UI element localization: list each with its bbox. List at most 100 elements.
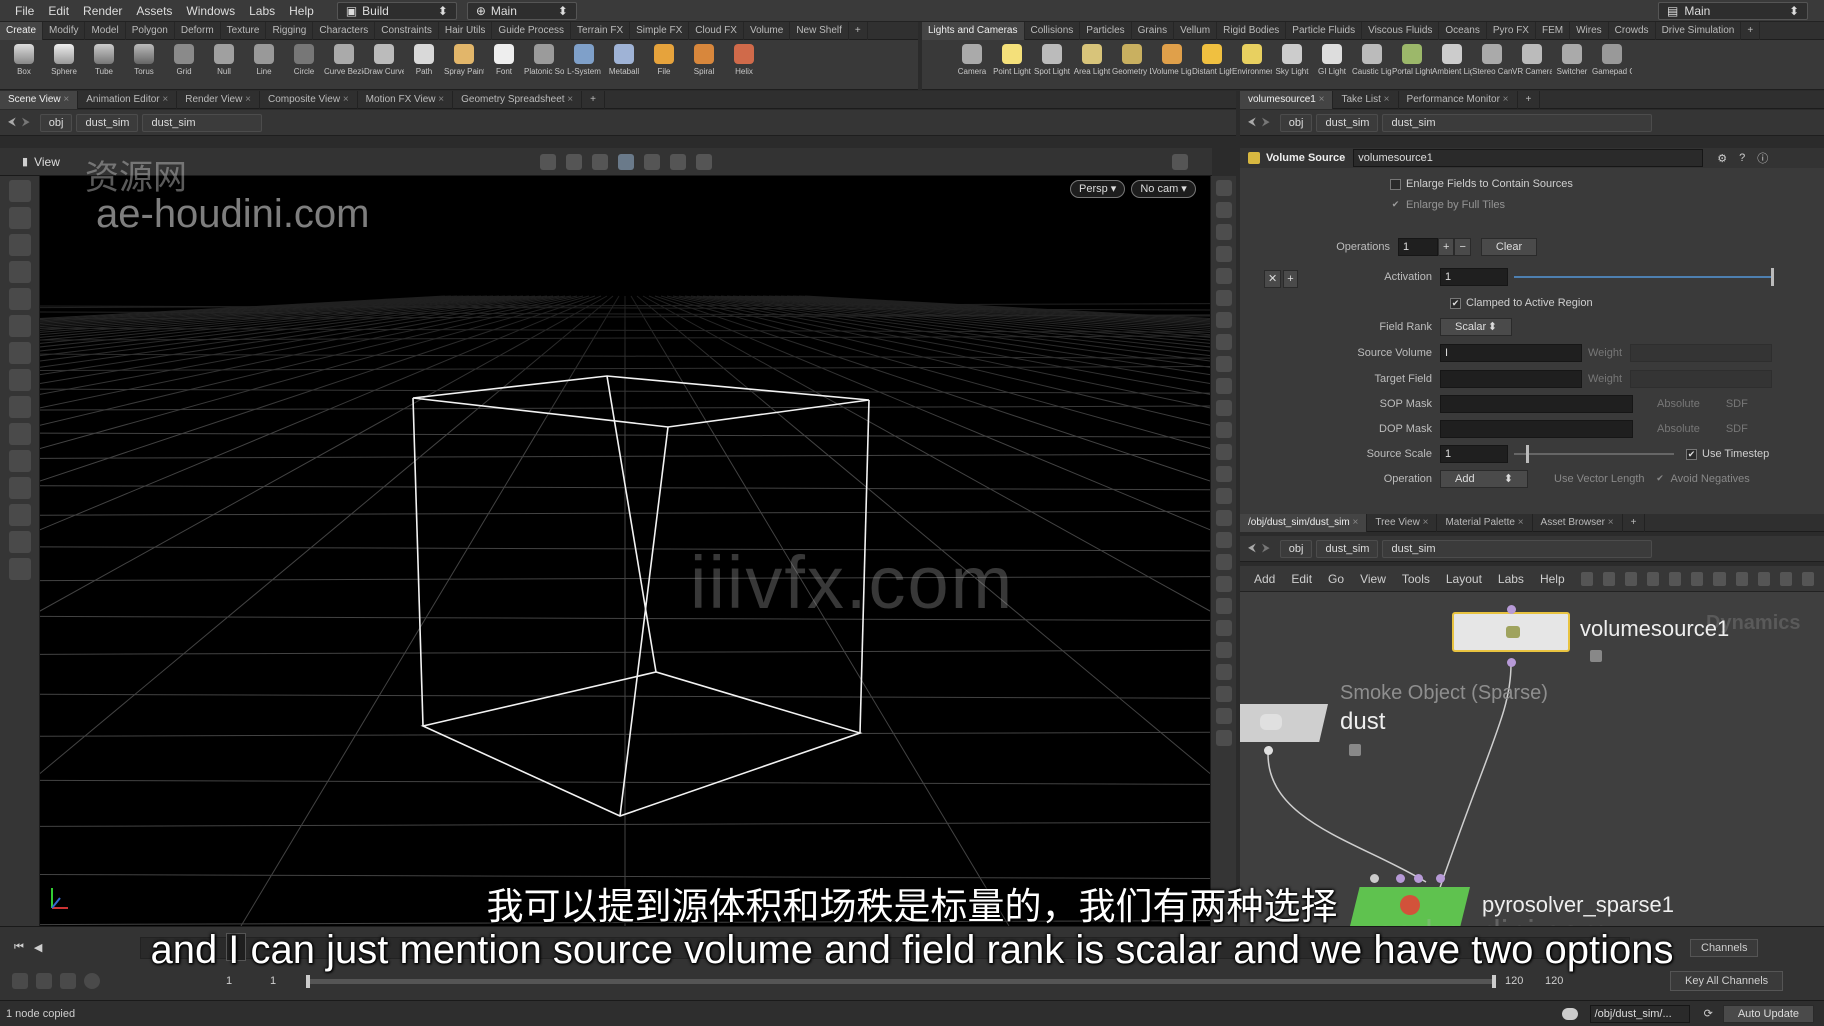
- dust-output[interactable]: [1264, 746, 1273, 755]
- tool-null[interactable]: Null: [204, 40, 244, 90]
- end-frame-field[interactable]: 120: [1505, 975, 1523, 987]
- tool-draw-curve[interactable]: Draw Curve: [364, 40, 404, 90]
- activation-slider[interactable]: [1514, 268, 1774, 286]
- target-field-field[interactable]: [1440, 370, 1582, 388]
- start-frame-field[interactable]: 1: [226, 975, 246, 987]
- grid-icon[interactable]: [669, 153, 686, 170]
- avoid-negatives-checkbox[interactable]: ✔: [1655, 473, 1666, 485]
- forward-icon[interactable]: ⮞: [1262, 116, 1270, 129]
- tool-stereo-camera[interactable]: Stereo Camera: [1472, 40, 1512, 90]
- scene-tab-scene-view[interactable]: Scene View ×: [0, 90, 79, 109]
- clock-icon[interactable]: [84, 973, 100, 989]
- net-menu-go[interactable]: Go: [1328, 572, 1344, 586]
- scene-tab-render-view[interactable]: Render View ×: [177, 90, 260, 109]
- tool-curve-bezier[interactable]: Curve Bezier: [324, 40, 364, 90]
- operations-add-button[interactable]: +: [1438, 238, 1455, 256]
- shelf-tab-crowds[interactable]: Crowds: [1609, 21, 1656, 40]
- shelf-tab-rigging[interactable]: Rigging: [266, 21, 314, 40]
- viewport-option-icon[interactable]: [1215, 180, 1232, 196]
- source-scale-field[interactable]: 1: [1440, 445, 1508, 463]
- network-icon[interactable]: [1691, 571, 1704, 586]
- range-slider[interactable]: [306, 975, 1496, 988]
- tool-caustic-light[interactable]: Caustic Light: [1352, 40, 1392, 90]
- clamped-checkbox[interactable]: ✔: [1450, 297, 1461, 309]
- wireframe-icon[interactable]: [643, 153, 660, 170]
- loop-icon[interactable]: [60, 973, 76, 989]
- shelf-tab-pyro-fx[interactable]: Pyro FX: [1487, 21, 1536, 40]
- persp-menu[interactable]: Persp ▾: [1070, 180, 1126, 198]
- realtime-icon[interactable]: [12, 973, 28, 989]
- target-weight-field[interactable]: [1630, 370, 1773, 388]
- info-icon[interactable]: ⓘ: [1757, 150, 1768, 166]
- camera-icon[interactable]: [8, 450, 31, 472]
- volumesource-node[interactable]: [1452, 612, 1570, 652]
- tool-torus[interactable]: Torus: [124, 40, 164, 90]
- use-vector-length-label[interactable]: Use Vector Length: [1554, 473, 1645, 485]
- shelf-tab-viscous-fluids[interactable]: Viscous Fluids: [1362, 21, 1440, 40]
- path-crumb-dust-sim-2[interactable]: dust_sim: [1382, 539, 1653, 558]
- source-scale-slider[interactable]: [1514, 445, 1674, 463]
- enlarge-fields-row[interactable]: Enlarge Fields to Contain Sources: [1390, 178, 1573, 190]
- help-icon[interactable]: ?: [1739, 152, 1745, 164]
- clear-button[interactable]: Clear: [1480, 238, 1538, 256]
- snapshot-icon[interactable]: [695, 153, 712, 170]
- menu-help[interactable]: Help: [282, 0, 321, 22]
- render-icon[interactable]: [8, 477, 31, 499]
- node-name-field[interactable]: volumesource1: [1353, 149, 1704, 167]
- shelf-tab-model[interactable]: Model: [85, 21, 126, 40]
- tool-portal-light[interactable]: Portal Light: [1392, 40, 1432, 90]
- lock-icon[interactable]: [1590, 650, 1602, 662]
- tool-line[interactable]: Line: [244, 40, 284, 90]
- camera-move-icon[interactable]: [539, 153, 556, 170]
- viewport-option-icon[interactable]: [1215, 202, 1232, 218]
- viewport-option-icon[interactable]: [1215, 532, 1232, 548]
- viewport-option-icon[interactable]: [1215, 620, 1232, 636]
- scene-tab-composite-view[interactable]: Composite View ×: [260, 90, 358, 109]
- tool-path[interactable]: Path: [404, 40, 444, 90]
- viewport-option-icon[interactable]: [1215, 290, 1232, 306]
- tool-environment-light[interactable]: Environment Light: [1232, 40, 1272, 90]
- viewport-option-icon[interactable]: [1215, 224, 1232, 240]
- tool-circle[interactable]: Circle: [284, 40, 324, 90]
- viewport-option-icon[interactable]: [1215, 664, 1232, 680]
- net-menu-layout[interactable]: Layout: [1446, 572, 1482, 586]
- path-crumb-dust-sim[interactable]: dust_sim: [76, 113, 139, 132]
- current-frame-field[interactable]: 1: [270, 975, 290, 987]
- tool-font[interactable]: Font: [484, 40, 524, 90]
- close-tab-icon[interactable]: ×: [340, 94, 349, 105]
- path-crumb-obj[interactable]: obj: [1279, 539, 1313, 558]
- status-path-field[interactable]: /obj/dust_sim/...: [1589, 1004, 1690, 1023]
- tool-platonic-solids[interactable]: Platonic Solids: [524, 40, 564, 90]
- tool-l-system[interactable]: L-System: [564, 40, 604, 90]
- snap-icon[interactable]: [8, 369, 31, 391]
- net-menu-edit[interactable]: Edit: [1291, 572, 1312, 586]
- source-weight-field[interactable]: [1630, 344, 1773, 362]
- shelf-tab-fem[interactable]: FEM: [1536, 21, 1571, 40]
- view-label[interactable]: View: [34, 155, 60, 169]
- desktop-selector-main[interactable]: ⊕ Main ⬍: [466, 1, 577, 20]
- operation-menu[interactable]: Add ⬍: [1440, 470, 1528, 488]
- net-menu-add[interactable]: Add: [1254, 572, 1275, 586]
- clamped-row[interactable]: ✔ Clamped to Active Region: [1450, 297, 1593, 309]
- dop-mask-field[interactable]: [1440, 420, 1633, 438]
- settings-icon[interactable]: [1801, 571, 1814, 586]
- add-pane-tab-icon[interactable]: +: [582, 90, 605, 109]
- tool-grid[interactable]: Grid: [164, 40, 204, 90]
- net-menu-help[interactable]: Help: [1540, 572, 1565, 586]
- viewport-option-icon[interactable]: [1215, 598, 1232, 614]
- menu-assets[interactable]: Assets: [129, 0, 179, 22]
- forward-icon[interactable]: ⮞: [22, 116, 30, 129]
- path-crumb-dust-sim-2[interactable]: dust_sim: [142, 113, 263, 132]
- viewport-option-icon[interactable]: [1215, 642, 1232, 658]
- enlarge-fields-checkbox[interactable]: [1390, 178, 1401, 190]
- viewport-option-icon[interactable]: [1215, 444, 1232, 460]
- viewport-option-icon[interactable]: [1215, 356, 1232, 372]
- tool-geometry-light[interactable]: Geometry Light: [1112, 40, 1152, 90]
- param-tab-performance-monitor[interactable]: Performance Monitor ×: [1399, 90, 1518, 109]
- tool-metaball[interactable]: Metaball: [604, 40, 644, 90]
- camera-rotate-icon[interactable]: [565, 153, 582, 170]
- viewport-option-icon[interactable]: [1215, 488, 1232, 504]
- volumesource-input[interactable]: [1507, 605, 1516, 614]
- lock-icon[interactable]: [8, 288, 31, 310]
- zoom-icon[interactable]: [1779, 571, 1792, 586]
